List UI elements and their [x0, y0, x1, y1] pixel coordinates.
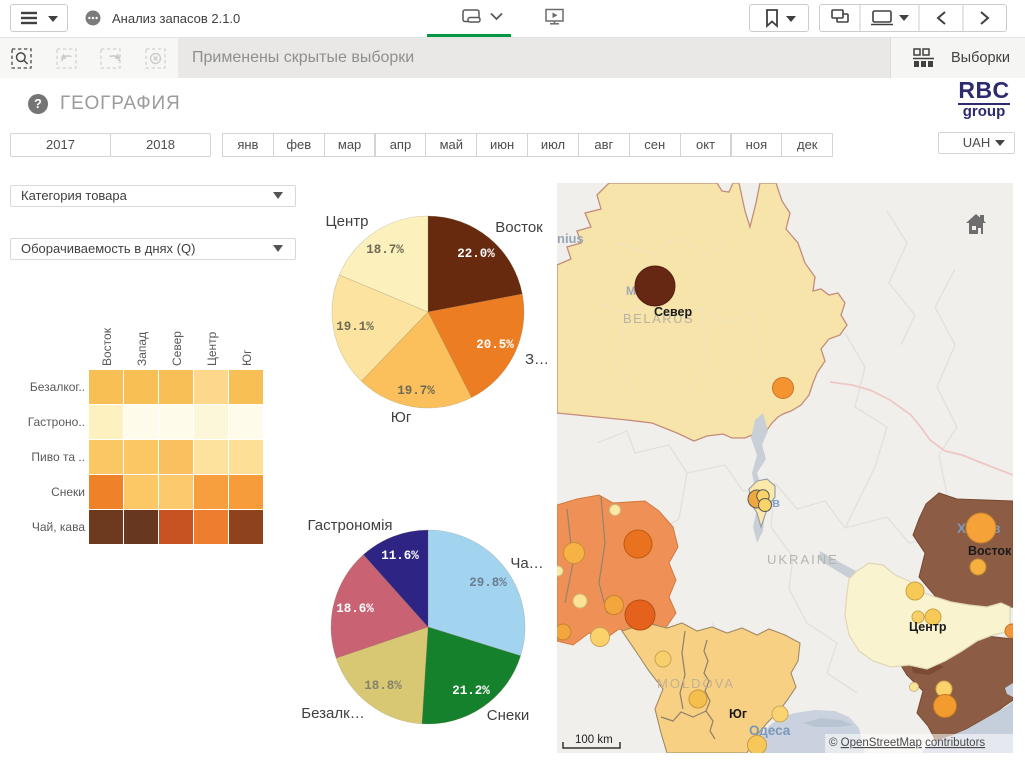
svg-text:Центр: Центр [205, 331, 219, 366]
svg-text:18.8%: 18.8% [364, 679, 402, 693]
svg-text:100 km: 100 km [575, 734, 613, 746]
svg-text:18.7%: 18.7% [366, 243, 404, 257]
svg-text:18.6%: 18.6% [336, 602, 374, 616]
svg-text:Север: Север [170, 331, 184, 366]
svg-text:Безалк…: Безалк… [301, 705, 364, 722]
svg-text:Юг: Юг [729, 707, 747, 721]
svg-text:Восток: Восток [495, 219, 543, 236]
svg-text:11.6%: 11.6% [381, 549, 419, 563]
svg-text:Восток: Восток [968, 544, 1012, 558]
svg-text:UKRAINE: UKRAINE [767, 552, 839, 567]
svg-text:З…: З… [525, 351, 549, 368]
svg-text:nius: nius [557, 231, 584, 246]
svg-text:20.5%: 20.5% [476, 338, 514, 352]
svg-text:22.0%: 22.0% [457, 247, 495, 261]
svg-text:Юг: Юг [240, 349, 254, 366]
svg-text:Снеки: Снеки [487, 707, 529, 724]
svg-text:Центр: Центр [909, 620, 947, 634]
svg-text:MOLDOVA: MOLDOVA [657, 676, 735, 691]
svg-text:М: М [626, 284, 636, 298]
svg-text:Восток: Восток [100, 327, 114, 366]
svg-text:© OpenStreetMap contributors: © OpenStreetMap contributors [829, 737, 985, 749]
svg-text:21.2%: 21.2% [452, 684, 490, 698]
svg-text:29.8%: 29.8% [469, 576, 507, 590]
svg-text:Гастрономія: Гастрономія [307, 517, 392, 534]
svg-text:Север: Север [654, 305, 692, 319]
svg-text:19.1%: 19.1% [336, 320, 374, 334]
svg-text:Юг: Юг [391, 409, 412, 426]
svg-text:19.7%: 19.7% [397, 384, 435, 398]
svg-text:Запад: Запад [135, 332, 149, 366]
svg-text:в: в [772, 495, 780, 510]
svg-text:Ча…: Ча… [510, 555, 543, 572]
svg-text:Центр: Центр [326, 213, 369, 230]
